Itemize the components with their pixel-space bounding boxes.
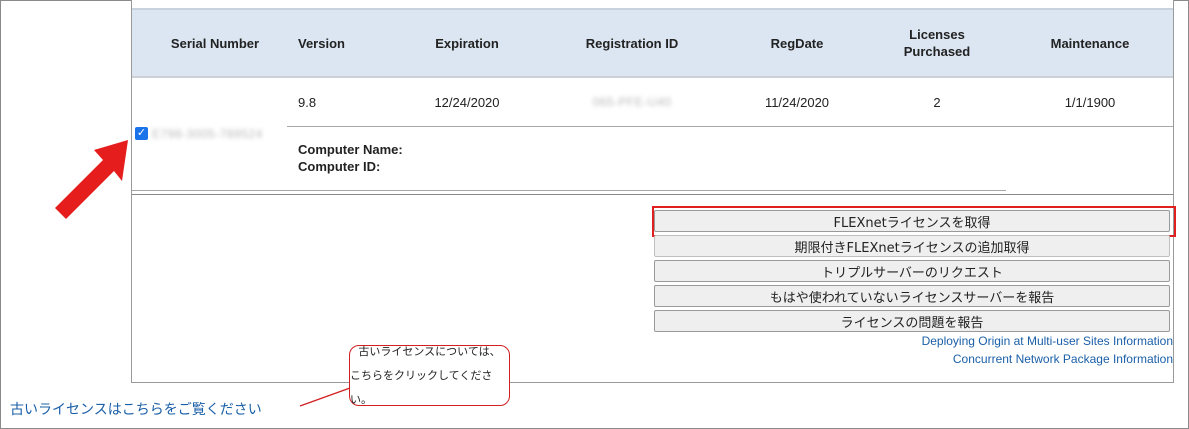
header-serial-number: Serial Number <box>170 35 260 51</box>
registration-id-blurred: 065-PFE-U40 <box>592 95 672 109</box>
deploying-origin-link[interactable]: Deploying Origin at Multi-user Sites Inf… <box>922 334 1173 348</box>
callout-box: 古いライセンスについては、 こちらをクリックしてください。 <box>349 345 510 406</box>
header-licenses-line2: Purchased <box>903 44 971 59</box>
row-divider <box>132 76 1173 77</box>
cell-version: 9.8 <box>298 94 317 110</box>
serial-number-blurred: E798-3005-789524 <box>152 126 263 141</box>
header-regdate: RegDate <box>770 35 824 51</box>
cell-expiration: 12/24/2020 <box>434 94 500 110</box>
cell-licenses-purchased: 2 <box>933 94 941 110</box>
cell-registration-id: 065-PFE-U40 <box>572 94 692 110</box>
row-select-checkbox[interactable]: ✓ <box>135 127 148 140</box>
row-bottom-divider <box>132 190 1006 191</box>
header-licenses-line1: Licenses <box>909 27 965 42</box>
table-header: Serial Number Version Expiration Registr… <box>132 8 1173 78</box>
computer-name-label: Computer Name: <box>298 142 403 157</box>
cell-serial-number: E798-3005-789524 <box>152 126 263 141</box>
header-licenses-purchased: Licenses Purchased <box>877 10 997 76</box>
cell-maintenance: 1/1/1900 <box>1064 94 1116 110</box>
concurrent-network-link[interactable]: Concurrent Network Package Information <box>953 352 1173 366</box>
header-version: Version <box>298 35 345 51</box>
additional-timed-license-button[interactable]: 期限付きFLEXnetライセンスの追加取得 <box>654 235 1170 257</box>
cell-regdate: 11/24/2020 <box>764 94 830 110</box>
computer-id-label: Computer ID: <box>298 159 381 174</box>
get-flexnet-license-button[interactable]: FLEXnetライセンスを取得 <box>654 210 1170 232</box>
header-maintenance: Maintenance <box>1050 35 1130 51</box>
callout-line2: こちらをクリックしてください。 <box>350 368 493 406</box>
report-license-problem-button[interactable]: ライセンスの問題を報告 <box>654 310 1170 332</box>
triple-server-request-button[interactable]: トリプルサーバーのリクエスト <box>654 260 1170 282</box>
header-expiration: Expiration <box>435 35 499 51</box>
callout-line1: 古いライセンスについては、 <box>358 344 501 358</box>
header-registration-id: Registration ID <box>585 35 679 51</box>
row-inner-divider <box>287 126 1173 127</box>
old-licenses-link[interactable]: 古いライセンスはこちらをご覧ください <box>10 399 262 419</box>
table-bottom-border <box>132 194 1173 195</box>
report-unused-server-button[interactable]: もはや使われていないライセンスサーバーを報告 <box>654 285 1170 307</box>
license-panel: Serial Number Version Expiration Registr… <box>131 0 1176 383</box>
